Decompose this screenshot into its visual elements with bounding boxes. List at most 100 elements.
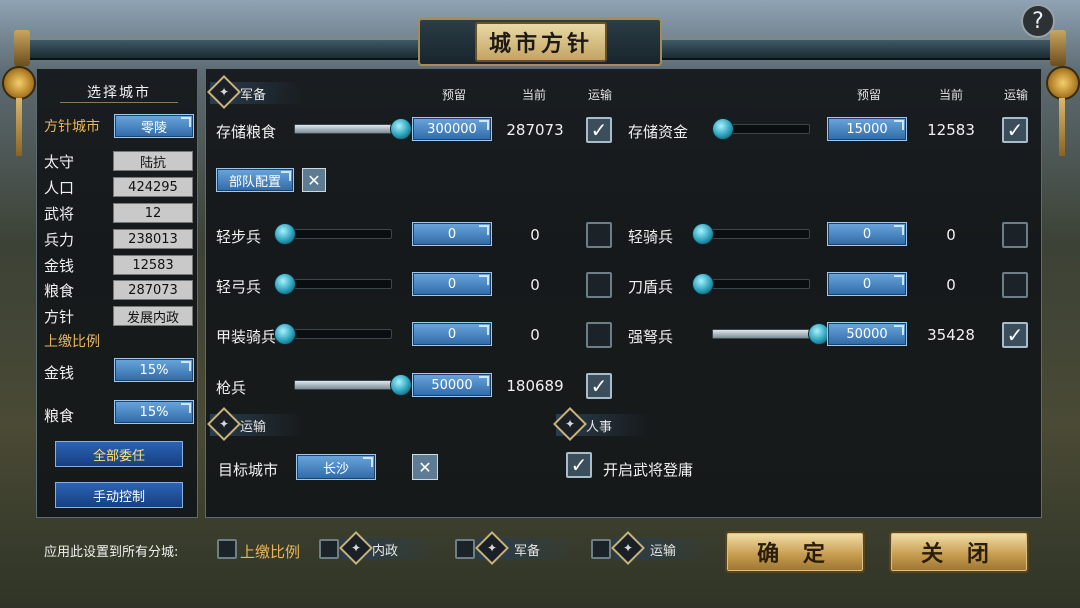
transport-column-header: 运输 xyxy=(588,88,613,102)
troop-reserve[interactable]: 0 xyxy=(827,272,907,296)
target-city-label: 目标城市 xyxy=(218,461,279,479)
apply-military-label: 军备 xyxy=(514,543,541,559)
stat-value: 发展内政 xyxy=(113,306,193,326)
reserve-column-header: 预留 xyxy=(442,88,467,102)
stat-label: 太守 xyxy=(44,153,75,171)
troop-transport-checkbox[interactable] xyxy=(586,272,612,298)
troop-transport-checkbox[interactable]: ✓ xyxy=(586,373,612,399)
troop-reserve[interactable]: 0 xyxy=(827,222,907,246)
current-column-header: 当前 xyxy=(522,88,547,102)
troop-current: 0 xyxy=(946,276,956,294)
troop-reserve[interactable]: 50000 xyxy=(412,373,492,397)
ratio-gold-label: 金钱 xyxy=(44,364,75,382)
stat-value: 12583 xyxy=(113,255,193,275)
delegate-all-button[interactable]: 全部委任 xyxy=(55,441,183,467)
troop-slider[interactable] xyxy=(294,374,412,396)
store-gold-transport-checkbox[interactable]: ✓ xyxy=(1002,117,1028,143)
check-icon: ✓ xyxy=(1006,118,1024,142)
apply-military-tag: ✦ 军备 xyxy=(475,531,578,565)
apply-civil-checkbox[interactable] xyxy=(319,539,339,559)
troop-label: 轻步兵 xyxy=(216,228,262,246)
target-city-select[interactable]: 长沙 xyxy=(296,454,376,480)
stat-label: 金钱 xyxy=(44,257,75,275)
troop-config-button[interactable]: 部队配置 xyxy=(216,168,294,192)
troop-transport-checkbox[interactable] xyxy=(1002,272,1028,298)
troop-config-close-icon[interactable]: ✕ xyxy=(302,168,326,192)
diamond-emblem-icon: ✦ xyxy=(611,531,645,565)
store-gold-reserve[interactable]: 15000 xyxy=(827,117,907,141)
personnel-section-header: ✦ 人事 xyxy=(553,407,648,441)
troop-current: 35428 xyxy=(927,326,975,344)
troop-slider[interactable] xyxy=(692,273,810,295)
manual-control-button[interactable]: 手动控制 xyxy=(55,482,183,508)
troop-reserve[interactable]: 0 xyxy=(412,222,492,246)
confirm-button[interactable]: 确 定 xyxy=(725,531,865,573)
store-gold-slider[interactable] xyxy=(711,118,810,140)
apply-transport-label: 运输 xyxy=(650,543,677,559)
transport-section-label: 运输 xyxy=(240,419,267,435)
ratio-gold-select[interactable]: 15% xyxy=(114,358,194,382)
military-section-header: ✦ 军备 xyxy=(207,75,302,109)
troop-label: 枪兵 xyxy=(216,379,247,397)
apply-all-label: 应用此设置到所有分城: xyxy=(44,545,179,560)
troop-slider[interactable] xyxy=(692,223,810,245)
troop-reserve[interactable]: 0 xyxy=(412,272,492,296)
store-food-transport-checkbox[interactable]: ✓ xyxy=(586,117,612,143)
store-gold-current: 12583 xyxy=(927,121,975,139)
check-icon: ✓ xyxy=(590,374,608,398)
recruit-officers-checkbox[interactable]: ✓ xyxy=(566,452,592,478)
store-gold-label: 存储资金 xyxy=(628,123,689,141)
tassel-icon xyxy=(16,98,22,156)
troop-label: 甲装骑兵 xyxy=(216,328,277,346)
troop-transport-checkbox[interactable] xyxy=(586,222,612,248)
apply-transport-checkbox[interactable] xyxy=(591,539,611,559)
troop-transport-checkbox[interactable] xyxy=(1002,222,1028,248)
troop-reserve[interactable]: 50000 xyxy=(827,322,907,346)
store-food-reserve[interactable]: 300000 xyxy=(412,117,492,141)
policy-city-label: 方针城市 xyxy=(44,119,100,135)
apply-ratio-checkbox[interactable] xyxy=(217,539,237,559)
stat-value: 424295 xyxy=(113,177,193,197)
troop-slider[interactable] xyxy=(274,273,392,295)
troop-reserve[interactable]: 0 xyxy=(412,322,492,346)
troop-label: 轻弓兵 xyxy=(216,278,262,296)
store-food-label: 存储粮食 xyxy=(216,123,277,141)
troop-current: 180689 xyxy=(506,377,564,395)
check-icon: ✓ xyxy=(590,118,608,142)
personnel-section-label: 人事 xyxy=(586,419,613,435)
ratio-food-select[interactable]: 15% xyxy=(114,400,194,424)
apply-ratio-label: 上缴比例 xyxy=(240,543,301,561)
stat-label: 方针 xyxy=(44,308,75,326)
apply-military-checkbox[interactable] xyxy=(455,539,475,559)
troop-current: 0 xyxy=(530,276,540,294)
stat-label: 人口 xyxy=(44,179,75,197)
troop-label: 强弩兵 xyxy=(628,328,674,346)
troop-transport-checkbox[interactable]: ✓ xyxy=(1002,322,1028,348)
troop-slider[interactable] xyxy=(274,323,392,345)
ratio-food-label: 粮食 xyxy=(44,407,75,425)
troop-current: 0 xyxy=(946,226,956,244)
window-title: 城市方针 xyxy=(475,22,607,62)
store-food-slider[interactable] xyxy=(294,118,412,140)
gold-orb-icon xyxy=(2,66,36,100)
store-food-current: 287073 xyxy=(506,121,564,139)
troop-current: 0 xyxy=(530,226,540,244)
military-section-label: 军备 xyxy=(240,87,267,103)
current-column-header: 当前 xyxy=(939,88,964,102)
help-button[interactable]: ? xyxy=(1021,4,1055,38)
diamond-emblem-icon: ✦ xyxy=(339,531,373,565)
troop-label: 轻骑兵 xyxy=(628,228,674,246)
troop-slider[interactable] xyxy=(274,223,392,245)
troop-transport-checkbox[interactable] xyxy=(586,322,612,348)
stat-value: 287073 xyxy=(113,280,193,300)
troop-slider[interactable] xyxy=(712,323,830,345)
target-city-clear-icon[interactable]: ✕ xyxy=(412,454,438,480)
transport-section-header: ✦ 运输 xyxy=(207,407,302,441)
apply-transport-tag: ✦ 运输 xyxy=(611,531,714,565)
policy-city-select[interactable]: 零陵 xyxy=(114,114,194,138)
tassel-icon xyxy=(1059,98,1065,156)
scroll-cap-left xyxy=(14,30,30,66)
close-button[interactable]: 关 闭 xyxy=(889,531,1029,573)
check-icon: ✓ xyxy=(570,453,588,477)
check-icon: ✓ xyxy=(1006,323,1024,347)
